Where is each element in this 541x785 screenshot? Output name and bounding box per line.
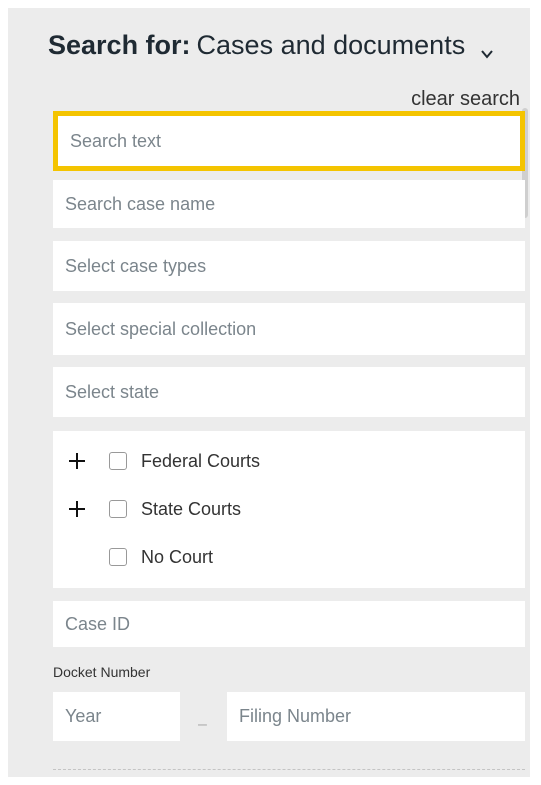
case-types-select[interactable]: Select case types — [53, 241, 525, 291]
state-placeholder: Select state — [65, 381, 160, 402]
clear-search-link[interactable]: clear search — [411, 88, 520, 111]
state-select[interactable]: Select state — [53, 367, 525, 417]
federal-courts-label: Federal Courts — [141, 450, 261, 471]
court-item-state[interactable]: State Courts — [53, 494, 525, 524]
section-divider — [53, 769, 525, 770]
expand-plus-icon[interactable] — [67, 451, 87, 471]
docket-separator: – — [198, 716, 207, 733]
expand-plus-icon[interactable] — [67, 499, 87, 519]
case-id-placeholder: Case ID — [65, 613, 131, 634]
court-item-federal[interactable]: Federal Courts — [53, 446, 525, 476]
docket-year-placeholder: Year — [65, 706, 102, 726]
federal-courts-checkbox[interactable] — [109, 452, 127, 470]
case-id-input[interactable]: Case ID — [53, 601, 525, 647]
state-courts-label: State Courts — [141, 498, 242, 519]
court-item-no-court[interactable]: No Court — [53, 542, 525, 572]
court-filter: Federal Courts State Courts No Court — [53, 431, 525, 588]
filing-number-placeholder: Filing Number — [239, 706, 352, 726]
no-court-checkbox[interactable] — [109, 548, 127, 566]
search-for-value: Cases and documents — [196, 30, 466, 60]
search-for-selector[interactable]: Search for: Cases and documents — [48, 30, 495, 61]
state-courts-checkbox[interactable] — [109, 500, 127, 518]
special-collection-placeholder: Select special collection — [65, 318, 257, 339]
search-text-placeholder: Search text — [70, 130, 162, 151]
no-court-label: No Court — [141, 546, 214, 567]
docket-filing-number-input[interactable]: Filing Number — [227, 692, 525, 741]
chevron-down-icon[interactable] — [479, 38, 495, 59]
case-name-placeholder: Search case name — [65, 193, 216, 214]
docket-year-input[interactable]: Year — [53, 692, 180, 741]
docket-number-title: Docket Number — [53, 664, 151, 680]
case-name-input[interactable]: Search case name — [53, 180, 525, 228]
search-panel: Search for: Cases and documents clear se… — [8, 8, 530, 777]
search-for-label: Search for: — [48, 30, 191, 60]
special-collection-select[interactable]: Select special collection — [53, 303, 525, 355]
case-types-placeholder: Select case types — [65, 255, 207, 276]
search-text-input[interactable]: Search text — [53, 111, 525, 171]
